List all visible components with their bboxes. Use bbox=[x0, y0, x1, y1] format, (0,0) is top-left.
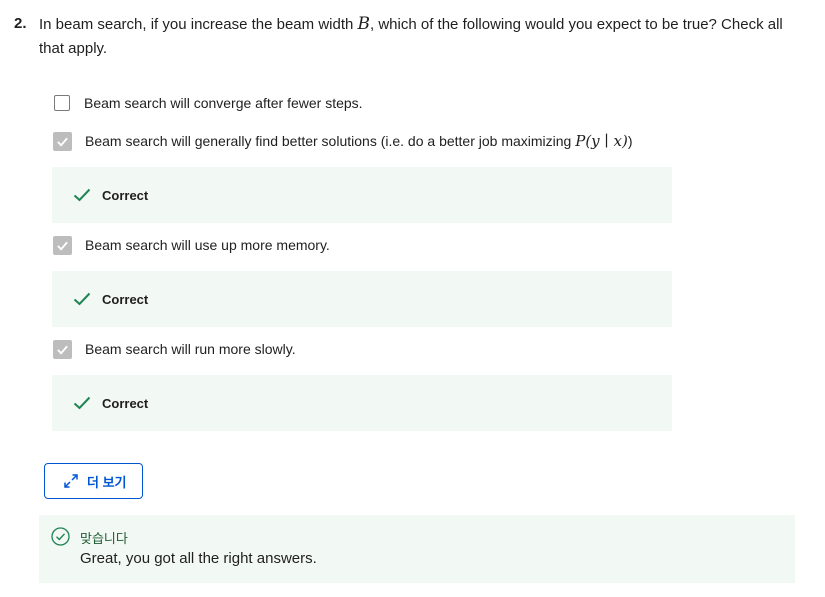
option-converge-fewer-steps[interactable]: Beam search will converge after fewer st… bbox=[54, 93, 363, 113]
check-circle-icon bbox=[51, 527, 70, 546]
option-label: Beam search will converge after fewer st… bbox=[84, 95, 363, 111]
feedback-correct: Correct bbox=[52, 167, 672, 223]
expand-arrows-icon bbox=[62, 472, 80, 490]
checkmark-icon bbox=[57, 345, 68, 355]
result-message: Great, you got all the right answers. bbox=[80, 550, 317, 567]
check-icon bbox=[73, 396, 91, 410]
see-more-button[interactable]: 더 보기 bbox=[44, 463, 143, 499]
see-more-label: 더 보기 bbox=[87, 474, 127, 490]
feedback-correct: Correct bbox=[52, 375, 672, 431]
question-text-before: In beam search, if you increase the beam… bbox=[39, 16, 358, 33]
feedback-label: Correct bbox=[102, 187, 149, 203]
checkbox-checked[interactable] bbox=[53, 235, 72, 255]
result-box: 맞습니다 Great, you got all the right answer… bbox=[39, 515, 795, 583]
check-icon bbox=[73, 188, 91, 202]
checkbox-unchecked[interactable] bbox=[54, 95, 70, 111]
option-run-slowly[interactable]: Beam search will run more slowly. bbox=[53, 339, 296, 359]
checkmark-icon bbox=[57, 241, 68, 251]
option-label-suffix: ) bbox=[627, 133, 633, 149]
option-label: Beam search will use up more memory. bbox=[85, 237, 330, 253]
option-label: Beam search will run more slowly. bbox=[85, 341, 296, 357]
feedback-label: Correct bbox=[102, 291, 149, 307]
option-more-memory[interactable]: Beam search will use up more memory. bbox=[53, 235, 330, 255]
question-number: 2. bbox=[14, 15, 27, 32]
check-icon bbox=[73, 292, 91, 306]
question-math-var: B bbox=[357, 14, 371, 34]
option-label: Beam search will generally find better s… bbox=[85, 132, 633, 150]
option-label-text: Beam search will generally find better s… bbox=[85, 133, 576, 149]
feedback-correct: Correct bbox=[52, 271, 672, 327]
result-title: 맞습니다 bbox=[80, 532, 128, 547]
feedback-label: Correct bbox=[102, 395, 149, 411]
checkbox-checked[interactable] bbox=[53, 131, 72, 151]
checkmark-icon bbox=[57, 137, 68, 147]
option-math: P(y ∣ x) bbox=[575, 132, 628, 150]
question-text: In beam search, if you increase the beam… bbox=[39, 12, 799, 61]
checkbox-checked[interactable] bbox=[53, 339, 72, 359]
option-better-solutions[interactable]: Beam search will generally find better s… bbox=[53, 131, 633, 151]
